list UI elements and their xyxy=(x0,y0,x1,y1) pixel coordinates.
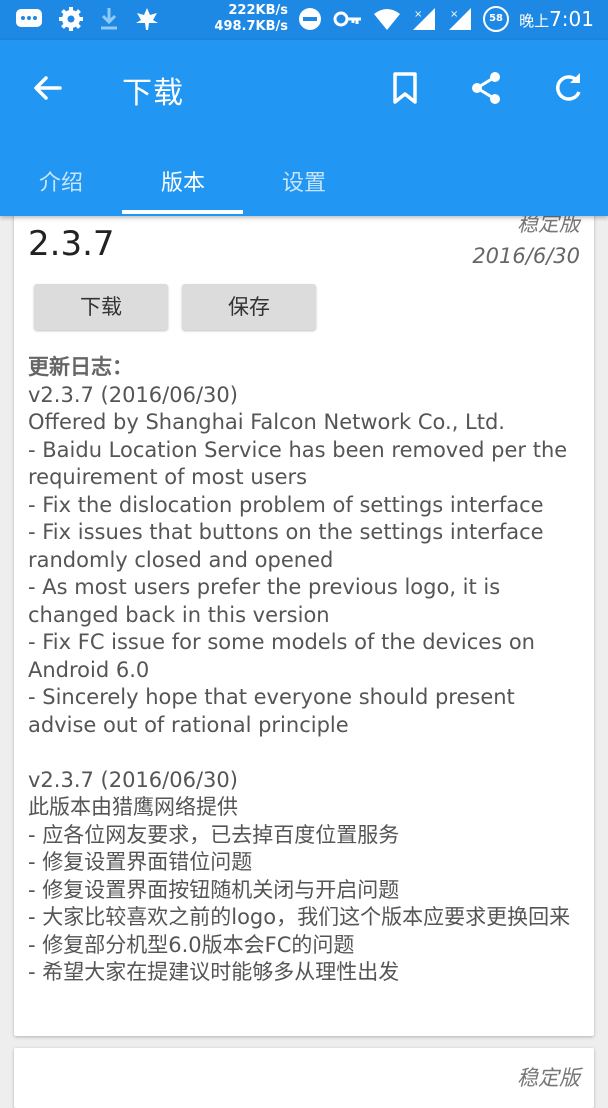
release-card: 稳定版 2.3.7 2016/6/30 下载 保存 更新日志： v2.3.7 (… xyxy=(14,206,594,1036)
changelog-title: 更新日志： xyxy=(28,355,133,379)
status-bar: 222KB/s 498.7KB/s × × 58 晚上7:01 xyxy=(0,0,608,40)
release-date: 2016/6/30 xyxy=(472,244,580,268)
changelog-line: - Sincerely hope that everyone should pr… xyxy=(28,685,522,737)
tab-indicator xyxy=(122,210,243,214)
changelog-line: - 大家比较喜欢之前的logo，我们这个版本应要求更换回来 xyxy=(28,905,571,929)
stability-label: 稳定版 xyxy=(517,1066,580,1090)
key-icon xyxy=(333,11,362,27)
changelog-line: - Fix the dislocation problem of setting… xyxy=(28,492,544,517)
download-icon xyxy=(101,8,117,30)
changelog-line: - As most users prefer the previous logo… xyxy=(28,575,507,627)
share-icon[interactable] xyxy=(468,70,504,106)
changelog-line: - 希望大家在提建议时能够多从理性出发 xyxy=(28,960,400,984)
network-speed: 222KB/s 498.7KB/s xyxy=(210,3,288,35)
changelog-line: 此版本由猎鹰网络提供 xyxy=(28,795,238,819)
release-card: 稳定版 xyxy=(14,1048,594,1108)
wifi-icon xyxy=(374,9,401,30)
changelog-line: - Fix FC issue for some models of the de… xyxy=(28,630,542,682)
signal-icon: × xyxy=(413,8,436,30)
clock-time: 7:01 xyxy=(549,7,594,31)
clock-period: 晚上 xyxy=(519,12,550,30)
changelog-line: v2.3.7 (2016/06/30) xyxy=(28,767,238,792)
download-speed: 498.7KB/s xyxy=(214,19,288,34)
changelog-line: Offered by Shanghai Falcon Network Co., … xyxy=(28,410,505,434)
tab-versions[interactable]: 版本 xyxy=(122,152,244,216)
changelog-line: - Fix issues that buttons on the setting… xyxy=(28,520,551,572)
tab-settings[interactable]: 设置 xyxy=(243,152,365,216)
dnd-icon xyxy=(299,8,322,30)
bookmark-icon[interactable] xyxy=(387,70,423,106)
chat-icon xyxy=(16,9,42,27)
system-icons: × × 58 晚上7:01 xyxy=(297,6,594,32)
battery-indicator: 58 xyxy=(483,6,510,32)
notification-icons xyxy=(14,6,160,32)
version-number: 2.3.7 xyxy=(28,224,115,264)
back-arrow-icon[interactable] xyxy=(30,70,66,106)
changelog-line: v2.3.7 (2016/06/30) xyxy=(28,382,238,407)
download-button[interactable]: 下载 xyxy=(34,284,168,330)
tab-intro[interactable]: 介绍 xyxy=(0,152,122,216)
svg-text:×: × xyxy=(414,9,422,20)
changelog-line xyxy=(28,739,584,767)
app-bar: 下载 介绍 版本 设置 xyxy=(0,40,608,216)
page-title: 下载 xyxy=(122,76,184,111)
signal-icon: × xyxy=(449,8,472,30)
changelog-line: - 应各位网友要求，已去掉百度位置服务 xyxy=(28,822,400,847)
changelog-line: - 修复设置界面错位问题 xyxy=(28,850,253,874)
changelog-line: - 修复部分机型6.0版本会FC的问题 xyxy=(28,932,355,957)
refresh-icon[interactable] xyxy=(550,70,586,106)
svg-text:×: × xyxy=(450,9,458,20)
changelog-line: - Baidu Location Service has been remove… xyxy=(28,437,574,490)
save-button[interactable]: 保存 xyxy=(182,284,316,330)
tab-bar: 介绍 版本 设置 xyxy=(0,152,608,216)
clock: 晚上7:01 xyxy=(519,7,594,31)
upload-speed: 222KB/s xyxy=(228,3,288,18)
settings-icon xyxy=(59,7,83,31)
changelog-line: - 修复设置界面按钮随机关闭与开启问题 xyxy=(28,877,400,902)
leaf-icon xyxy=(136,8,158,30)
changelog: 更新日志： v2.3.7 (2016/06/30) Offered by Sha… xyxy=(28,354,584,987)
